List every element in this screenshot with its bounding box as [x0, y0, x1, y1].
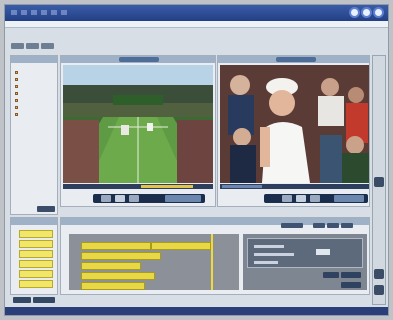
effect-button-3[interactable] — [19, 250, 53, 258]
playhead[interactable] — [211, 234, 213, 290]
timeline-clip-6[interactable] — [81, 282, 145, 290]
right-tool-button-1[interactable] — [374, 177, 384, 187]
properties-box — [247, 238, 363, 268]
properties-field-2[interactable] — [254, 253, 294, 256]
list-item[interactable] — [15, 70, 55, 75]
properties-button-1[interactable] — [323, 272, 339, 278]
properties-area — [243, 234, 367, 290]
list-item[interactable] — [15, 105, 55, 110]
assets-list — [15, 68, 55, 119]
bottom-button-2[interactable] — [33, 297, 55, 303]
source-transport — [93, 194, 205, 203]
workspace-tabs — [11, 43, 54, 49]
list-item[interactable] — [15, 84, 55, 89]
play-button[interactable] — [296, 195, 306, 202]
timeline-tool-1[interactable] — [313, 223, 325, 228]
clip-icon — [15, 78, 18, 81]
rewind-button[interactable] — [282, 195, 292, 202]
list-item[interactable] — [15, 112, 55, 117]
tab-2[interactable] — [26, 43, 39, 49]
edit-viewer-pill[interactable] — [276, 57, 316, 62]
export-button[interactable] — [334, 195, 364, 202]
window-controls[interactable] — [11, 10, 71, 15]
menu-bar[interactable] — [5, 21, 388, 28]
edit-video-frame — [220, 65, 369, 183]
source-scrubber-fill — [141, 185, 193, 188]
assets-panel — [10, 55, 58, 215]
properties-field-1[interactable] — [254, 245, 284, 248]
rewind-button[interactable] — [101, 195, 111, 202]
clip-icon — [15, 92, 18, 95]
properties-button-2[interactable] — [341, 272, 361, 278]
tennis-court-image — [63, 65, 213, 183]
timeline-tool-2[interactable] — [327, 223, 339, 228]
timeline-clip-5[interactable] — [81, 272, 155, 280]
bottom-button-1[interactable] — [13, 297, 31, 303]
forward-button[interactable] — [310, 195, 320, 202]
timeline-clip-3[interactable] — [81, 252, 161, 260]
edit-scrubber[interactable] — [220, 184, 369, 189]
timeline-clip-2[interactable] — [151, 242, 211, 250]
clip-icon — [15, 106, 18, 109]
assets-panel-header — [11, 56, 57, 63]
properties-field-3[interactable] — [254, 261, 278, 264]
timeline-panel — [60, 217, 370, 295]
status-bar — [5, 307, 388, 315]
clip-icon — [15, 113, 18, 116]
effect-button-6[interactable] — [19, 280, 53, 288]
list-item[interactable] — [15, 77, 55, 82]
screen-frame — [0, 0, 393, 320]
right-tool-button-2[interactable] — [374, 269, 384, 279]
timeline-clip-4[interactable] — [81, 262, 141, 270]
list-item[interactable] — [15, 91, 55, 96]
timeline-tracks — [69, 234, 239, 290]
timeline-tool-3[interactable] — [341, 223, 353, 228]
edit-transport — [264, 194, 368, 203]
title-bar — [5, 5, 388, 21]
effect-button-5[interactable] — [19, 270, 53, 278]
edit-scrubber-fill — [222, 185, 262, 188]
app-window — [4, 4, 389, 316]
tab-1[interactable] — [11, 43, 24, 49]
clip-icon — [15, 71, 18, 74]
properties-button-3[interactable] — [341, 282, 361, 288]
timeline-zoom-button[interactable] — [281, 223, 303, 228]
source-scrubber[interactable] — [63, 184, 213, 189]
effect-button-2[interactable] — [19, 240, 53, 248]
player-crowd-image — [220, 65, 369, 183]
source-viewer-pill[interactable] — [119, 57, 159, 62]
forward-button[interactable] — [129, 195, 139, 202]
source-video-frame — [63, 65, 213, 183]
assets-action-button[interactable] — [37, 206, 55, 212]
clip-icon — [15, 85, 18, 88]
add-to-timeline-button[interactable] — [165, 195, 201, 202]
tab-3[interactable] — [41, 43, 54, 49]
effect-button-4[interactable] — [19, 260, 53, 268]
right-tool-button-3[interactable] — [374, 285, 384, 295]
properties-arrow-icon — [316, 249, 330, 255]
play-button[interactable] — [115, 195, 125, 202]
effects-panel-header — [11, 218, 57, 225]
timeline-clip-1[interactable] — [81, 242, 151, 250]
effects-panel — [10, 217, 58, 295]
list-item[interactable] — [15, 98, 55, 103]
source-viewer — [60, 55, 216, 207]
edit-viewer — [217, 55, 370, 207]
app-logo-icon — [349, 7, 384, 18]
effect-button-1[interactable] — [19, 230, 53, 238]
clip-icon — [15, 99, 18, 102]
